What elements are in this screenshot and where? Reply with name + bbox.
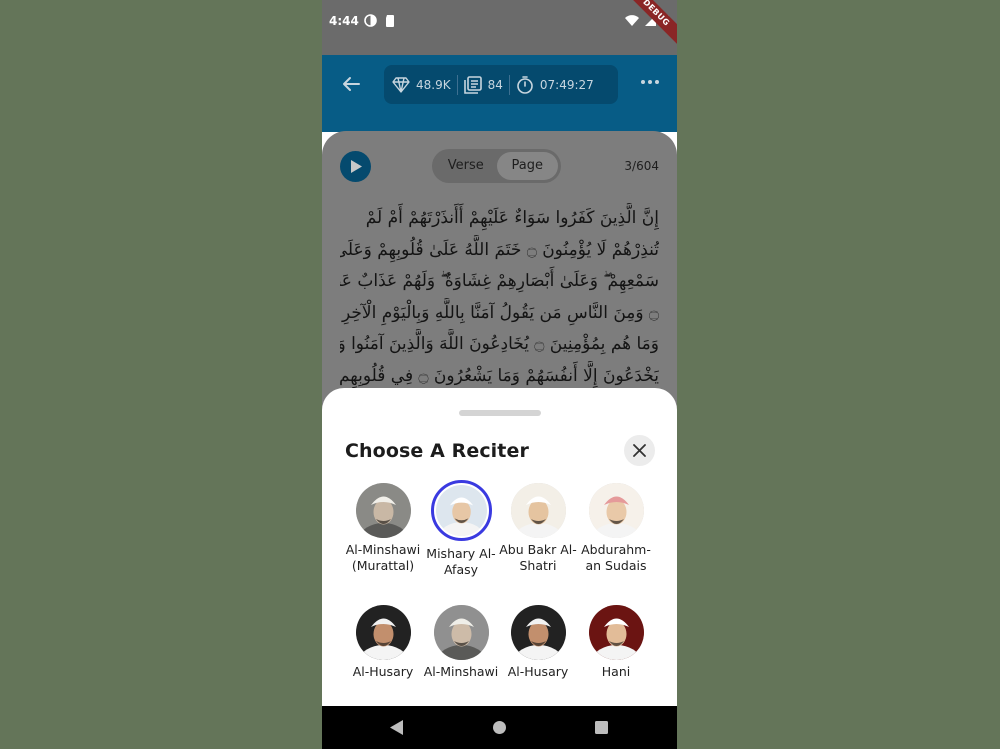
reciter-portrait [510, 483, 566, 538]
reciter-option[interactable]: Hani [575, 605, 657, 680]
status-icons-left [364, 14, 395, 27]
system-nav-bar [322, 706, 677, 749]
reciter-option[interactable]: Al-Husary [342, 605, 424, 680]
arabic-line: تُنذِرْهُمْ لَا يُؤْمِنُونَ ۝ خَتَمَ الل… [340, 239, 659, 260]
more-options-icon[interactable] [641, 80, 659, 84]
arabic-line: سَمْعِهِمْ ۖ وَعَلَىٰ أَبْصَارِهِمْ غِشَ… [340, 271, 659, 291]
reciter-option[interactable]: Al-Minshawi (Murattal) [342, 483, 424, 574]
reciter-name: Abu Bakr Al-Shatri [499, 542, 577, 573]
reciter-avatar [433, 605, 489, 660]
stat-timer-value: 07:49:27 [539, 77, 594, 92]
reciter-option[interactable]: Abdurahm-an Sudais [575, 483, 657, 574]
reciter-portrait [355, 483, 411, 538]
reciter-portrait [588, 483, 644, 538]
status-bar: 4:44 DEBUG [322, 0, 677, 55]
play-icon [350, 160, 362, 173]
reciter-avatar [588, 605, 644, 660]
page-indicator: 3/604 [624, 159, 659, 173]
reciter-option[interactable]: Abu Bakr Al-Shatri [497, 483, 579, 574]
wifi-icon [625, 14, 639, 26]
reciter-avatar [355, 605, 411, 660]
sheet-title: Choose A Reciter [345, 440, 529, 462]
pages-icon [463, 75, 482, 94]
stat-gems: 48.9K [392, 76, 451, 93]
reciter-avatar [588, 483, 644, 538]
reciter-name: Al-Minshawi [423, 664, 499, 679]
segment-verse[interactable]: Verse [435, 152, 497, 180]
reciter-name: Al-Husary [352, 664, 414, 679]
reciter-avatar [510, 605, 566, 660]
status-time: 4:44 [329, 14, 359, 28]
nav-recents-icon[interactable] [595, 721, 608, 734]
view-mode-toggle: Verse Page [432, 149, 561, 183]
reciter-bottom-sheet: Choose A Reciter Al-Minshawi (Murattal) … [322, 388, 677, 706]
app-bar: 48.9K 84 07:49:27 [322, 55, 677, 132]
theme-icon [364, 14, 377, 27]
divider [456, 74, 458, 95]
stats-pill: 48.9K 84 07:49:27 [384, 65, 618, 104]
reciter-portrait [355, 605, 411, 660]
reciter-name: Hani [601, 664, 631, 679]
reciter-name: Mishary Al-Afasy [426, 546, 496, 577]
reciter-name: Abdurahm-an Sudais [581, 542, 651, 573]
nav-back-icon[interactable] [390, 720, 404, 735]
gem-icon [392, 76, 410, 93]
stat-gems-value: 48.9K [416, 77, 451, 92]
close-icon [633, 444, 646, 457]
play-button[interactable] [340, 151, 371, 182]
arabic-line: ۝ وَمِنَ النَّاسِ مَن يَقُولُ آمَنَّا بِ… [342, 302, 659, 323]
divider [508, 74, 510, 95]
reciter-portrait [435, 485, 487, 536]
stat-timer: 07:49:27 [516, 75, 594, 94]
sim-card-icon [386, 14, 394, 27]
back-arrow-icon[interactable] [340, 73, 362, 95]
timer-icon [517, 75, 533, 94]
phone-screen: 4:44 DEBUG 48.9K 84 07:49:27 Verse Page … [322, 0, 677, 749]
reciter-name: Al-Husary [507, 664, 569, 679]
reciter-option[interactable]: Mishary Al-Afasy [420, 480, 502, 578]
reciter-portrait [510, 605, 566, 660]
reciter-option[interactable]: Al-Husary [497, 605, 579, 680]
sheet-drag-handle[interactable] [459, 410, 541, 416]
close-button[interactable] [624, 435, 655, 466]
arabic-line: وَمَا هُم بِمُؤْمِنِينَ ۝ يُخَادِعُونَ ا… [340, 334, 659, 354]
reciter-name: Al-Minshawi (Murattal) [345, 542, 421, 573]
reciter-avatar [510, 483, 566, 538]
arabic-line: إِنَّ الَّذِينَ كَفَرُوا سَوَاءٌ عَلَيْه… [365, 208, 659, 228]
reciter-portrait [433, 605, 489, 660]
reciter-portrait [588, 605, 644, 660]
reciter-option[interactable]: Al-Minshawi [420, 605, 502, 680]
reader-panel: Verse Page 3/604 إِنَّ الَّذِينَ كَفَرُو… [322, 131, 677, 431]
stat-pages: 84 [463, 75, 503, 94]
segment-page[interactable]: Page [496, 152, 558, 180]
nav-home-icon[interactable] [493, 721, 506, 734]
quran-text: إِنَّ الَّذِينَ كَفَرُوا سَوَاءٌ عَلَيْه… [340, 203, 659, 392]
reciter-avatar [430, 480, 492, 541]
reciter-avatar [355, 483, 411, 538]
stat-pages-value: 84 [487, 77, 503, 92]
